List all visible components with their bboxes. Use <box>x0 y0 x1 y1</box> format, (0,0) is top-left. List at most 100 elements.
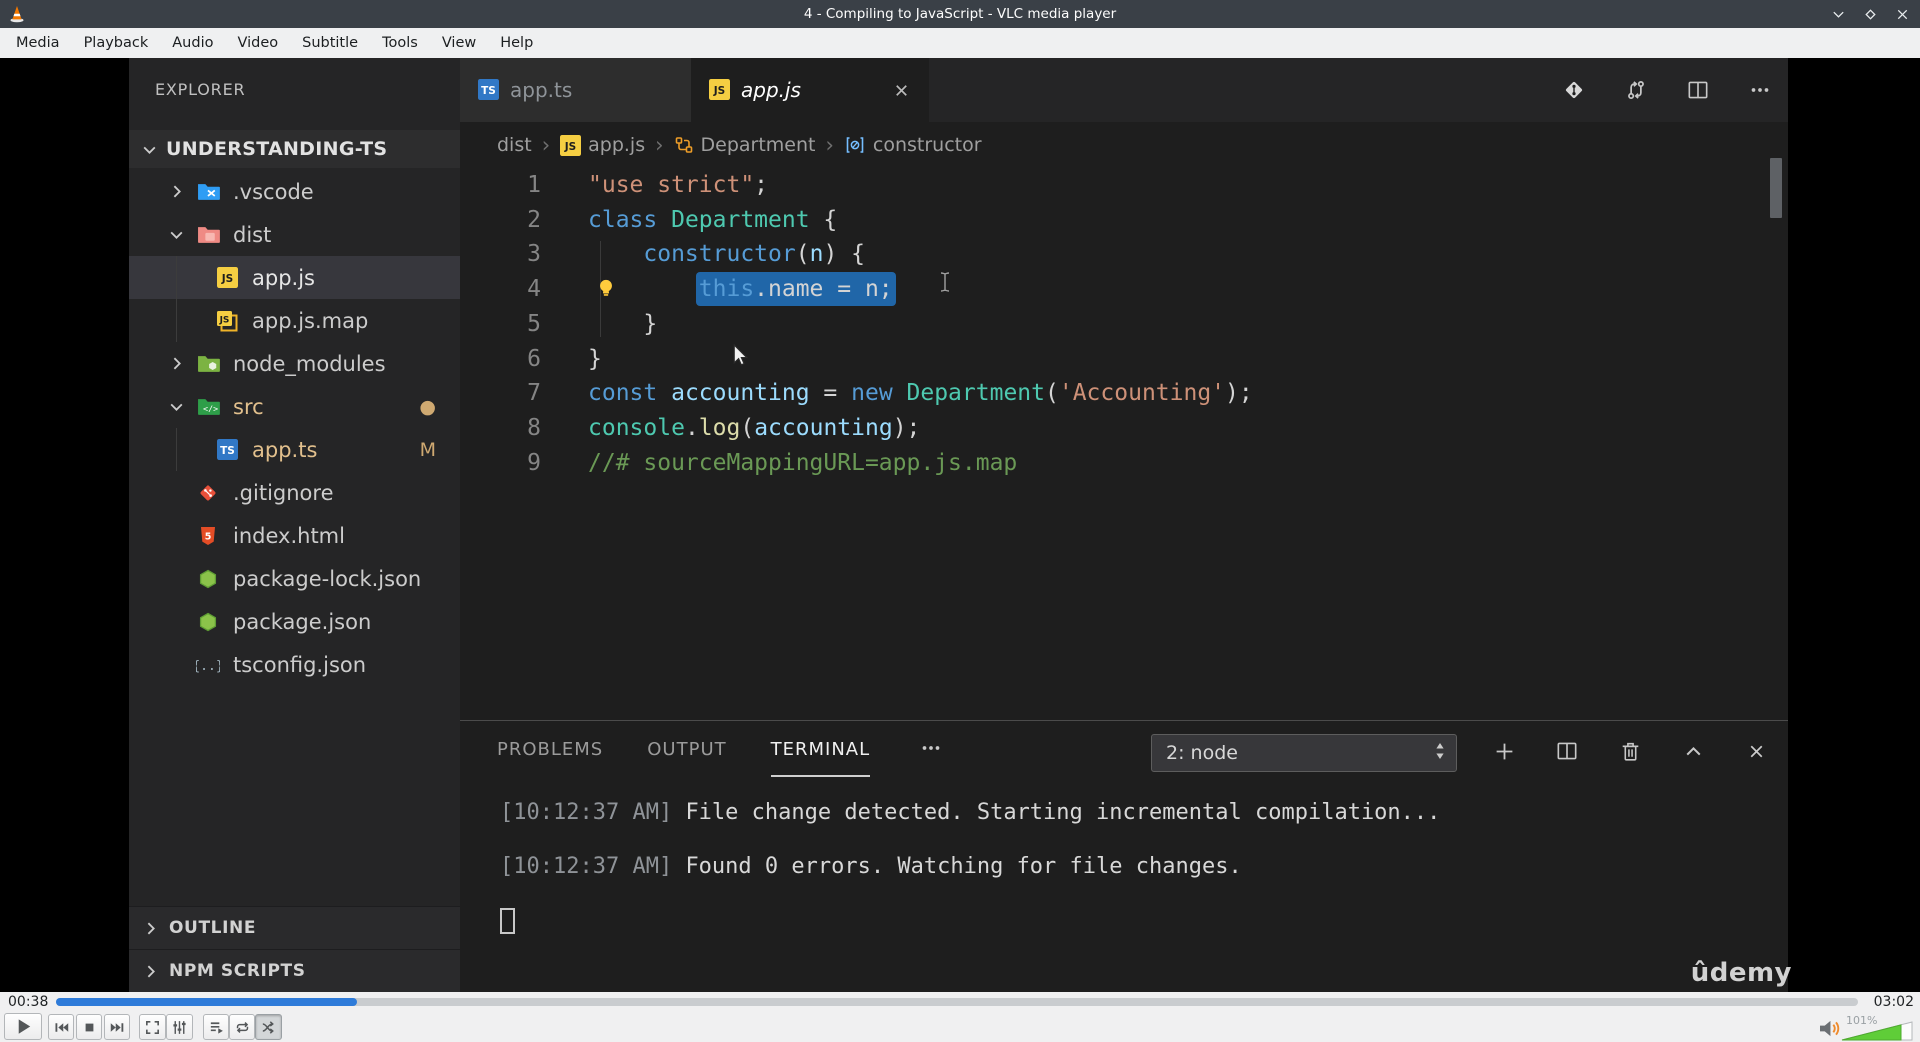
item-label: app.js <box>252 265 315 290</box>
menu-tools[interactable]: Tools <box>370 28 430 58</box>
selection-highlight: this.name = n; <box>695 272 896 307</box>
code-editor[interactable]: 1 "use strict"; 2 class Department {3 const… <box>460 168 1788 720</box>
sidebar-item-node-modules[interactable]: node_modules <box>129 342 460 385</box>
menu-audio[interactable]: Audio <box>160 28 225 58</box>
chevron-right-icon <box>168 355 196 372</box>
video-canvas[interactable]: EXPLORER UNDERSTANDING-TS .vscode dist JS a… <box>0 58 1920 992</box>
sidebar-item-dist[interactable]: dist <box>129 213 460 256</box>
section-outline[interactable]: OUTLINE <box>129 906 460 949</box>
tabs: TS app.ts JS app.js <box>460 58 929 122</box>
sidebar-item-gitignore[interactable]: .gitignore <box>129 471 460 514</box>
maximize-button[interactable] <box>1862 6 1878 22</box>
split-terminal-button[interactable] <box>1552 738 1582 764</box>
close-tab-icon[interactable] <box>892 81 911 100</box>
code-line-6: 6} <box>460 342 1788 377</box>
menu-playback[interactable]: Playback <box>72 28 161 58</box>
kill-terminal-button[interactable] <box>1615 739 1645 764</box>
loop-button[interactable] <box>229 1014 255 1040</box>
stop-button[interactable] <box>76 1014 102 1040</box>
project-header[interactable]: UNDERSTANDING-TS <box>129 130 460 168</box>
split-editor-button[interactable] <box>1684 77 1712 103</box>
new-terminal-button[interactable] <box>1489 738 1519 765</box>
playlist-button[interactable] <box>203 1014 229 1040</box>
sidebar-item-index-html[interactable]: 5 index.html <box>129 514 460 557</box>
line-number: 1 <box>527 172 541 198</box>
panel-tab-terminal[interactable]: TERMINAL <box>771 721 871 777</box>
mouse-cursor-icon <box>731 343 750 373</box>
more-actions-button[interactable] <box>1746 77 1774 103</box>
minimize-button[interactable] <box>1830 6 1846 22</box>
line-number: 9 <box>527 449 541 476</box>
menu-media[interactable]: Media <box>4 28 72 58</box>
explorer-title: EXPLORER <box>155 80 246 99</box>
fullscreen-button[interactable] <box>139 1014 166 1040</box>
menu-video[interactable]: Video <box>225 28 290 58</box>
chevron-right-icon <box>142 963 159 980</box>
section-npm-scripts[interactable]: NPM SCRIPTS <box>129 949 460 992</box>
breadcrumb-app-js[interactable]: JS app.js <box>560 134 645 156</box>
line-number: 8 <box>527 415 541 442</box>
menu-view[interactable]: View <box>430 28 488 58</box>
sidebar-item-vscode[interactable]: .vscode <box>129 170 460 213</box>
sync-button[interactable] <box>1622 77 1650 103</box>
seek-slider[interactable] <box>56 998 1858 1006</box>
tab-app-js[interactable]: JS app.js <box>691 58 929 122</box>
folder-node-icon <box>196 353 220 375</box>
breadcrumb-constructor[interactable]: constructor <box>844 134 982 156</box>
editor-actions <box>1560 58 1774 122</box>
item-label: app.js.map <box>252 308 369 333</box>
lightbulb-icon[interactable] <box>595 277 617 303</box>
file-jsmap-icon: JS <box>215 310 239 332</box>
line-number: 2 <box>527 206 541 233</box>
panel-tab-problems[interactable]: PROBLEMS <box>497 721 603 777</box>
code-text: } <box>588 345 602 372</box>
sidebar-item-package-json[interactable]: package.json <box>129 600 460 643</box>
seek-fill <box>56 998 357 1006</box>
panel-more-icon[interactable] <box>915 735 947 761</box>
sidebar-item-package-lock-json[interactable]: package-lock.json <box>129 557 460 600</box>
sidebar-item-tsconfig-json[interactable]: {..} tsconfig.json <box>129 643 460 686</box>
terminal-select-value: 2: node <box>1166 742 1238 764</box>
code-text: //# sourceMappingURL=app.js.map <box>588 449 1018 476</box>
speaker-icon[interactable] <box>1818 1019 1841 1038</box>
sidebar-item-app-js-map[interactable]: JS app.js.map <box>129 299 460 342</box>
breadcrumb-department[interactable]: Department <box>674 134 815 156</box>
item-label: src <box>233 394 264 419</box>
line-number: 6 <box>527 345 541 372</box>
tab-label: app.js <box>741 78 801 102</box>
panel-tab-output[interactable]: OUTPUT <box>647 721 726 777</box>
sidebar-item-app-ts[interactable]: TS app.ts M <box>129 428 460 471</box>
tab-app-ts[interactable]: TS app.ts <box>460 58 691 122</box>
previous-button[interactable] <box>48 1014 74 1040</box>
chevron-down-icon <box>141 141 158 158</box>
terminal-output[interactable]: [10:12:37 AM] File change detected. Star… <box>500 786 1768 948</box>
code-text: console.log(accounting); <box>588 415 921 442</box>
text-cursor-icon <box>938 271 952 297</box>
line-number: 4 <box>527 276 541 303</box>
titlebar: 4 - Compiling to JavaScript - VLC media … <box>0 0 1920 28</box>
file-npm-icon <box>196 568 220 590</box>
terminal-select[interactable]: 2: node <box>1151 734 1457 772</box>
sidebar-item-app-js[interactable]: JS app.js <box>129 256 460 299</box>
volume-slider[interactable] <box>1841 1021 1913 1041</box>
explorer-sidebar: EXPLORER UNDERSTANDING-TS .vscode dist JS a… <box>129 58 460 992</box>
maximize-panel-button[interactable] <box>1678 739 1708 764</box>
play-button[interactable] <box>4 1013 42 1040</box>
open-changes-button[interactable] <box>1560 77 1588 103</box>
folder-dist-icon <box>196 224 220 246</box>
chevron-right-icon <box>168 183 196 200</box>
svg-text:JS: JS <box>220 273 232 285</box>
close-panel-button[interactable] <box>1741 741 1771 762</box>
breadcrumb-dist[interactable]: dist <box>497 134 532 156</box>
file-tree: .vscode dist JS app.js JS app.js.map node_modu… <box>129 170 460 686</box>
close-button[interactable] <box>1894 6 1910 22</box>
extended-settings-button[interactable] <box>166 1014 193 1040</box>
random-button[interactable] <box>255 1014 282 1040</box>
menu-help[interactable]: Help <box>488 28 545 58</box>
sidebar-item-src[interactable]: </> src ● <box>129 385 460 428</box>
menu-subtitle[interactable]: Subtitle <box>290 28 370 58</box>
section-label: OUTLINE <box>169 918 257 938</box>
line-number: 3 <box>527 241 541 268</box>
next-button[interactable] <box>104 1014 130 1040</box>
editor-scrollbar[interactable] <box>1770 158 1782 218</box>
